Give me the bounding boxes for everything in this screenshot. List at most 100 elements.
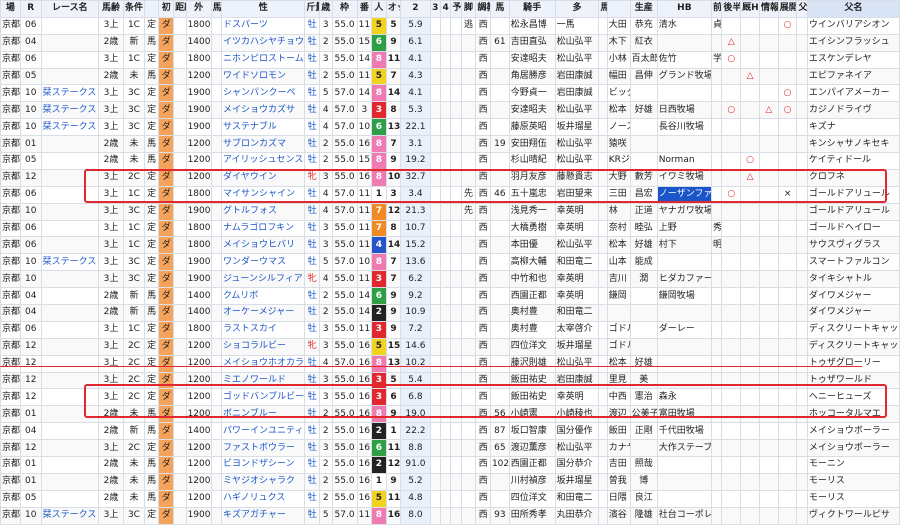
col-header-9[interactable]: 馬名 <box>210 0 223 18</box>
col-header-35[interactable]: 父名 <box>796 0 808 18</box>
cell-10[interactable]: パワーインユニティ <box>220 422 306 441</box>
cell-10[interactable]: ミヤジオシャラク <box>220 472 306 491</box>
table-row[interactable]: 京都 12 3上 2C 定ダ 1200 ゴッドバンブルビー牡 3 55.0 16 3 6 6.8 西飯田祐… <box>0 388 900 407</box>
table-row[interactable]: 京都 04 2歳新馬ダ 1400 クムリボ牡 2 55.0 14 6 9 9.2 西西園正都 幸英明 鎌岡… <box>0 287 900 306</box>
table-row[interactable]: 京都 10 栞ステークス 3上 3C 定ダ 1900 ワンダーウマス牡 5 57.0 10 8 7 13.… <box>0 253 900 272</box>
table-row[interactable]: 京都 05 2歳未馬ダ 1200 アイリッシュセンス牡 2 55.0 15 8 9 19.2 西杉山晴… <box>0 152 900 170</box>
cell-10[interactable]: ワンダーウマス <box>220 253 306 272</box>
col-header-36[interactable]: 父名 <box>806 0 900 18</box>
col-header-27[interactable] <box>606 0 631 18</box>
col-header-23[interactable]: 馬 <box>489 0 510 18</box>
cell-10[interactable]: ドスパーツ <box>220 16 306 35</box>
table-row[interactable]: 京都 10 3上 3C 定ダ 1900 グトルフォス牡 4 57.0 11 7 12 21.3 先西浅見秀… <box>0 202 900 221</box>
table-row[interactable]: 京都 06 3上 1C 定ダ 1800 ナムラゴロフキン牡 3 55.0 11 7 8 10.7 西大橋勇… <box>0 219 900 238</box>
cell-10[interactable]: グトルフォス <box>220 202 306 221</box>
col-header-6[interactable]: 初 <box>158 0 175 18</box>
cell-10[interactable]: メイショウカズサ <box>220 101 306 120</box>
col-header-15[interactable]: 人 <box>371 0 387 18</box>
table-row[interactable]: 京都 04 2歳新馬ダ 1400 イツカハシヤチョウ牡 2 55.0 15 6 9 6.1 西 61 吉田… <box>0 33 900 52</box>
table-row[interactable]: 京都 01 2歳未馬ダ 1200 ボニンブルー牡 2 55.0 16 8 9 19.0 西 56 小崎憲小… <box>0 405 900 424</box>
cell-10[interactable]: ワイドソロモン <box>220 67 306 86</box>
cell-10[interactable]: メイショウヒバリ <box>220 236 306 255</box>
cell-10[interactable]: アイリッシュセンス <box>220 152 306 170</box>
col-header-10[interactable]: 性 <box>220 0 306 18</box>
cell-32 <box>740 118 760 137</box>
cell-10[interactable]: ボニンブルー <box>220 405 306 424</box>
col-header-8[interactable]: 外 <box>185 0 212 18</box>
table-row[interactable]: 京都 05 2歳未馬ダ 1200 ハギノリュクス牡 2 55.0 16 5 11 4.8 西四位洋文和… <box>0 489 900 508</box>
table-row[interactable]: 京都 01 2歳未馬ダ 1200 ミヤジオシャラク牡 2 55.0 16 1 9 5.2 西川村禎彦坂… <box>0 472 900 491</box>
col-header-33[interactable]: 情報 <box>758 0 779 18</box>
col-header-32[interactable]: 厩H <box>740 0 760 18</box>
table-row[interactable]: 京都 12 3上 2C 定ダ 1200 ショコラルビー牝 3 55.0 16 5 15 14.6 西四位洋… <box>0 337 900 356</box>
table-row[interactable]: 京都 12 3上 2C 定ダ 1200 ダイヤウイン牝 3 55.0 16 8 10 32.7 西羽月友彦… <box>0 168 900 187</box>
col-header-16[interactable]: オッズ <box>385 0 402 18</box>
cell-10[interactable]: ハギノリュクス <box>220 489 306 508</box>
cell-10[interactable]: ショコラルビー <box>220 337 306 356</box>
cell-10[interactable]: ビヨンドザシーン <box>220 456 306 474</box>
col-header-0[interactable]: 場 <box>0 0 21 18</box>
col-header-29[interactable]: HB <box>656 0 712 18</box>
col-header-3[interactable]: 馬齢 <box>98 0 125 18</box>
cell-10[interactable]: ファストボウラー <box>220 439 306 458</box>
table-row[interactable]: 京都 01 2歳未馬ダ 1200 サブロンカズマ牡 2 55.0 16 8 7 3.1 西 19 安田翔伍… <box>0 135 900 154</box>
table-row[interactable]: 京都 10 栞ステークス 3上 3C 定ダ 1900 メイショウカズサ牡 4 57.0 3 3 8 5.3… <box>0 101 900 120</box>
cell-10[interactable]: イツカハシヤチョウ <box>220 33 306 52</box>
table-row[interactable]: 京都 10 栞ステークス 3上 3C 定ダ 1900 キズアガチャー牡 5 57.0 11 8 16 8.… <box>0 506 900 525</box>
col-header-21[interactable]: 脚 <box>460 0 477 18</box>
col-header-25[interactable]: 多 <box>554 0 600 18</box>
col-header-1[interactable]: R <box>19 0 42 18</box>
table-row[interactable]: 京都 06 3上 1C 定ダ 1800 マイサンシャイン牡 4 57.0 11 1 3 3.4 先西 46 五… <box>0 185 900 204</box>
cell-10[interactable]: ミエノワールド <box>220 371 306 390</box>
table-row[interactable]: 京都 04 2歳新馬ダ 1400 オーケーメジャー牡 2 55.0 14 2 9 10.9 西奥村豊和… <box>0 304 900 322</box>
cell-10[interactable]: ゴッドバンブルビー <box>220 388 306 407</box>
col-header-26[interactable]: 馬主 <box>598 0 608 18</box>
table-row[interactable]: 京都 01 2歳未馬ダ 1200 ビヨンドザシーン牡 2 55.0 16 2 12 91.0 西 102… <box>0 456 900 474</box>
cell-10[interactable]: サステナブル <box>220 118 306 137</box>
table-row[interactable]: 京都 12 3上 2C 定ダ 1200 ファストボウラー牡 3 55.0 16 6 11 8.8 西 65 渡… <box>0 439 900 458</box>
col-header-22[interactable]: 調教 <box>475 0 491 18</box>
table-row[interactable]: 京都 10 3上 3C 定ダ 1900 ジューンシルフィア牝 4 55.0 11 3 7 6.2 西中竹和… <box>0 270 900 289</box>
col-header-13[interactable]: 枠 <box>331 0 358 18</box>
cell-30 <box>710 371 723 390</box>
table-row[interactable]: 京都 06 3上 1C 定ダ 1800 ラストスカイ牡 3 55.0 11 3 9 7.2 西奥村豊 太宰啓… <box>0 320 900 339</box>
table-row[interactable]: 京都 06 3上 1C 定ダ 1800 ドスパーツ牡 3 55.0 11 5 5 5.9 逃西松永昌博 一馬… <box>0 16 900 35</box>
table-row[interactable]: 京都 12 3上 2C 定ダ 1200 ミエノワールド牡 3 55.0 16 3 5 5.4 西飯田祐史岩… <box>0 371 900 390</box>
table-row[interactable]: 京都 10 栞ステークス 3上 3C 定ダ 1900 シャンパンクーペ牡 5 57.0 14 8 14 4… <box>0 84 900 103</box>
cell-10[interactable]: ダイヤウイン <box>220 168 306 187</box>
cell-10[interactable]: ジューンシルフィア <box>220 270 306 289</box>
col-header-14[interactable]: 番 <box>356 0 373 18</box>
col-header-17[interactable]: 2 <box>400 0 431 18</box>
table-row[interactable]: 京都 06 3上 1C 定ダ 1800 ニホンピロストーム牡 3 55.0 14 8 11 4.1 西安達… <box>0 50 900 69</box>
col-header-30[interactable]: 前半 <box>710 0 723 18</box>
col-header-28[interactable]: 生産 <box>629 0 658 18</box>
table-row[interactable]: 京都 05 2歳未馬ダ 1200 ワイドソロモン牡 2 55.0 11 5 7 4.3 西角居勝彦 岩田… <box>0 67 900 86</box>
col-header-31[interactable]: 後半 <box>721 0 742 18</box>
col-header-5[interactable] <box>143 0 160 18</box>
col-header-20[interactable]: 予 <box>450 0 462 18</box>
cell-10[interactable]: シャンパンクーペ <box>220 84 306 103</box>
col-header-24[interactable]: 騎手 <box>508 0 556 18</box>
cell-10[interactable]: ニホンピロストーム <box>220 50 306 69</box>
cell-36: キンシャサノキセキ <box>806 135 900 154</box>
cell-10[interactable]: キズアガチャー <box>220 506 306 525</box>
cell-10[interactable]: メイショウホオカラ <box>220 354 306 373</box>
table-row[interactable]: 京都 10 栞ステークス 3上 3C 定ダ 1900 サステナブル牡 4 57.0 10 6 13 22.… <box>0 118 900 137</box>
col-header-34[interactable]: 展開 <box>777 0 798 18</box>
table-row[interactable]: 京都 06 3上 1C 定ダ 1800 メイショウヒバリ牡 3 55.0 11 4 14 15.2 西本田… <box>0 236 900 255</box>
cell-10[interactable]: ラストスカイ <box>220 320 306 339</box>
cell-10[interactable]: サブロンカズマ <box>220 135 306 154</box>
col-header-19[interactable]: 4 <box>439 0 452 18</box>
col-header-18[interactable]: 3 <box>429 0 441 18</box>
table-row[interactable]: 京都 12 3上 2C 定ダ 1200 メイショウホオカラ牡 4 57.0 16 8 13 10.2 西藤… <box>0 354 900 373</box>
cell-10[interactable]: クムリボ <box>220 287 306 306</box>
cell-10[interactable]: ナムラゴロフキン <box>220 219 306 238</box>
col-header-2[interactable]: レース名 <box>40 0 100 18</box>
cell-10[interactable]: マイサンシャイン <box>220 185 306 204</box>
col-header-12[interactable]: 歳 <box>319 0 333 18</box>
table-row[interactable]: 京都 04 2歳新馬ダ 1400 パワーインユニティ牡 2 55.0 16 2 1 22.2 西 87 坂… <box>0 422 900 441</box>
col-header-7[interactable]: 距離 <box>173 0 187 18</box>
col-header-11[interactable]: 斤量 <box>304 0 321 18</box>
cell-10[interactable]: オーケーメジャー <box>220 304 306 322</box>
col-header-4[interactable]: 条件 <box>123 0 145 18</box>
